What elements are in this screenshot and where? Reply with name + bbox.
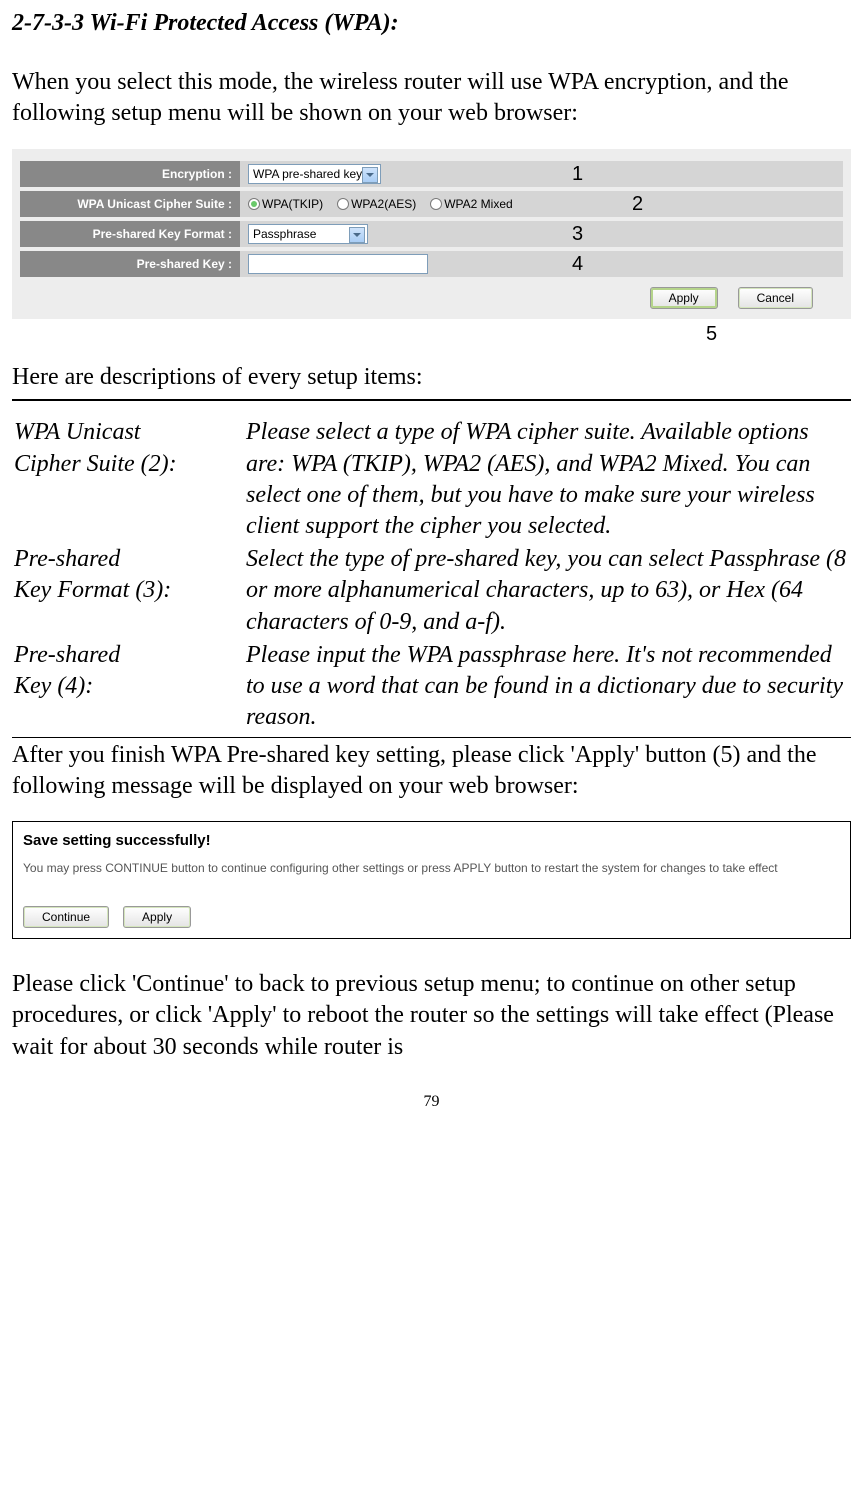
cipher-opt-label: WPA(TKIP) — [262, 197, 323, 211]
key-value-cell — [240, 251, 843, 277]
final-paragraph: Please click 'Continue' to back to previ… — [12, 969, 851, 1063]
cipher-option-mixed[interactable]: WPA2 Mixed — [430, 197, 512, 211]
key-row: Pre-shared Key : — [20, 251, 843, 277]
radio-icon — [248, 198, 260, 210]
desc-term: Pre-shared Key (4): — [14, 640, 244, 734]
key-label: Pre-shared Key : — [20, 251, 240, 277]
cancel-button[interactable]: Cancel — [738, 287, 813, 309]
apply-button[interactable]: Apply — [650, 287, 718, 309]
descriptions-intro: Here are descriptions of every setup ite… — [12, 364, 851, 391]
callout-3: 3 — [572, 223, 583, 246]
page-number: 79 — [12, 1093, 851, 1111]
cipher-opt-label: WPA2(AES) — [351, 197, 416, 211]
desc-row: Pre-shared Key (4): Please input the WPA… — [14, 640, 849, 734]
descriptions-table: WPA Unicast Cipher Suite (2): Please sel… — [12, 415, 851, 735]
callout-4: 4 — [572, 253, 583, 276]
cipher-label: WPA Unicast Cipher Suite : — [20, 191, 240, 217]
callout-1: 1 — [572, 163, 583, 186]
desc-row: WPA Unicast Cipher Suite (2): Please sel… — [14, 417, 849, 542]
desc-term: Pre-shared Key Format (3): — [14, 544, 244, 638]
desc-definition: Please select a type of WPA cipher suite… — [246, 417, 849, 542]
callout-5: 5 — [572, 323, 851, 346]
after-paragraph: After you finish WPA Pre-shared key sett… — [12, 740, 851, 802]
preshared-key-input[interactable] — [248, 254, 428, 274]
desc-term-line: Cipher Suite (2): — [14, 449, 234, 480]
keyformat-dropdown[interactable]: Passphrase — [248, 224, 368, 244]
desc-definition: Select the type of pre-shared key, you c… — [246, 544, 849, 638]
desc-term-line: Key Format (3): — [14, 575, 234, 606]
desc-term: WPA Unicast Cipher Suite (2): — [14, 417, 244, 542]
wpa-settings-panel: Encryption : WPA pre-shared key WPA Unic… — [12, 149, 851, 319]
encryption-value-cell: WPA pre-shared key — [240, 161, 843, 187]
cipher-value-cell: WPA(TKIP) WPA2(AES) WPA2 Mixed — [240, 191, 843, 217]
divider — [12, 737, 851, 738]
encryption-dropdown[interactable]: WPA pre-shared key — [248, 164, 381, 184]
apply-button-2[interactable]: Apply — [123, 906, 191, 928]
desc-term-line: Pre-shared — [14, 640, 234, 671]
save-success-panel: Save setting successfully! You may press… — [12, 821, 851, 940]
radio-icon — [430, 198, 442, 210]
form-button-row: Apply Cancel — [20, 281, 843, 309]
desc-row: Pre-shared Key Format (3): Select the ty… — [14, 544, 849, 638]
divider — [12, 399, 851, 401]
desc-term-line: WPA Unicast — [14, 417, 234, 448]
save-success-text: You may press CONTINUE button to continu… — [23, 861, 783, 877]
keyformat-value-cell: Passphrase — [240, 221, 843, 247]
encryption-row: Encryption : WPA pre-shared key — [20, 161, 843, 187]
cipher-option-aes[interactable]: WPA2(AES) — [337, 197, 416, 211]
callout-2: 2 — [632, 193, 643, 216]
encryption-label: Encryption : — [20, 161, 240, 187]
cipher-option-tkip[interactable]: WPA(TKIP) — [248, 197, 323, 211]
keyformat-label: Pre-shared Key Format : — [20, 221, 240, 247]
desc-definition: Please input the WPA passphrase here. It… — [246, 640, 849, 734]
cipher-opt-label: WPA2 Mixed — [444, 197, 512, 211]
radio-icon — [337, 198, 349, 210]
section-heading: 2-7-3-3 Wi-Fi Protected Access (WPA): — [12, 10, 851, 37]
desc-term-line: Key (4): — [14, 671, 234, 702]
save-success-buttons: Continue Apply — [23, 906, 840, 928]
save-success-title: Save setting successfully! — [23, 832, 840, 849]
cipher-row: WPA Unicast Cipher Suite : WPA(TKIP) WPA… — [20, 191, 843, 217]
keyformat-row: Pre-shared Key Format : Passphrase — [20, 221, 843, 247]
desc-term-line: Pre-shared — [14, 544, 234, 575]
intro-paragraph: When you select this mode, the wireless … — [12, 67, 851, 129]
continue-button[interactable]: Continue — [23, 906, 109, 928]
